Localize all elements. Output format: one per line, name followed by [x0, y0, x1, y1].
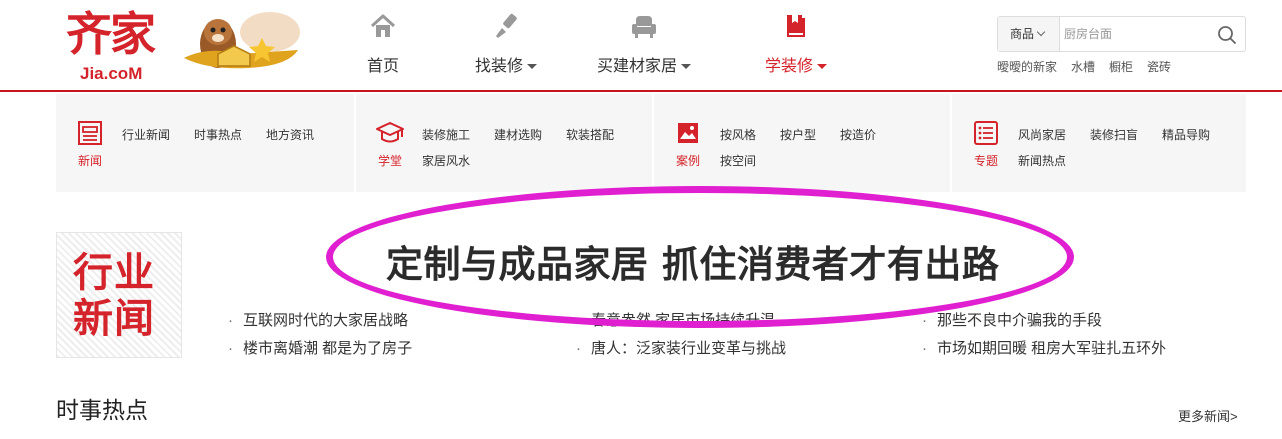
news-item[interactable]: 市场如期回暖 租房大军驻扎五环外 [922, 336, 1166, 362]
category-news: 新闻 行业新闻 时事热点 地方资讯 [56, 94, 352, 192]
category-link[interactable]: 按空间 [720, 148, 756, 174]
logo-chinese: 齐家 [66, 7, 156, 61]
news-item[interactable]: 唐人：泛家装行业变革与挑战 [576, 336, 786, 362]
site-header: 齐家 Jia.coM 首页 找装修 买建材家居 学装修 商品 厨房台面 曖曖的新… [0, 0, 1282, 92]
current-affairs-title: 时事热点 [56, 397, 148, 423]
category-news-name: 新闻 [77, 154, 102, 168]
category-link[interactable]: 行业新闻 [122, 122, 170, 148]
category-link[interactable]: 装修施工 [422, 122, 470, 148]
hotword-link[interactable]: 曖曖的新家 [997, 60, 1057, 74]
category-link[interactable]: 建材选购 [494, 122, 542, 148]
more-news-link[interactable]: 更多新闻> [1178, 406, 1238, 425]
nav-buy-materials-label: 买建材家居 [596, 58, 677, 75]
search-hotwords: 曖曖的新家 水槽 橱柜 瓷砖 [997, 58, 1185, 75]
category-link[interactable]: 按户型 [780, 122, 816, 148]
category-link[interactable]: 按风格 [720, 122, 756, 148]
news-item[interactable]: 互联网时代的大家居战略 [228, 308, 408, 334]
graduation-cap-icon [376, 122, 404, 143]
chevron-down-icon [1036, 27, 1046, 37]
search-category-label: 商品 [1010, 27, 1035, 41]
search-icon[interactable] [1217, 25, 1237, 45]
search-box: 商品 [997, 16, 1246, 52]
category-topics: 专题 风尚家居 装修扫盲 精品导购新闻热点 [950, 94, 1246, 192]
category-link[interactable]: 家居风水 [422, 148, 470, 174]
category-cases-head[interactable]: 案例 [672, 120, 704, 169]
category-school-links: 装修施工 建材选购 软装搭配家居风水 [422, 122, 642, 174]
category-school: 学堂 装修施工 建材选购 软装搭配家居风水 [354, 94, 650, 192]
home-icon [370, 14, 396, 37]
nav-buy-materials[interactable]: 买建材家居 [584, 12, 704, 82]
sofa-icon [632, 16, 656, 38]
industry-news-badge[interactable]: 行业 新闻 [56, 232, 182, 358]
category-school-head[interactable]: 学堂 [374, 120, 406, 169]
nav-home[interactable]: 首页 [323, 12, 443, 82]
search-category-select[interactable]: 商品 [998, 17, 1060, 51]
category-link[interactable]: 精品导购 [1162, 122, 1210, 148]
chevron-down-icon [817, 64, 827, 70]
category-topics-head[interactable]: 专题 [970, 120, 1002, 169]
nav-home-label: 首页 [366, 58, 399, 75]
news-icon [78, 121, 102, 145]
category-link[interactable]: 风尚家居 [1018, 122, 1066, 148]
category-panel: 新闻 行业新闻 时事热点 地方资讯 学堂 装修施工 建材选购 软装搭配家居风水 案例 [56, 94, 1246, 192]
badge-line-2: 新闻 [73, 296, 155, 342]
news-item[interactable]: 春意盎然 家居市场持续升温 [576, 308, 775, 334]
category-cases-links: 按风格 按户型 按造价按空间 [720, 122, 940, 174]
category-news-links: 行业新闻 时事热点 地方资讯 [122, 122, 342, 148]
category-topics-links: 风尚家居 装修扫盲 精品导购新闻热点 [1018, 122, 1238, 174]
brush-icon [496, 13, 517, 38]
logo-english: Jia.coM [80, 64, 143, 83]
category-link[interactable]: 装修扫盲 [1090, 122, 1138, 148]
category-link[interactable]: 时事热点 [194, 122, 242, 148]
nav-find-renovation[interactable]: 找装修 [446, 12, 566, 82]
hotword-link[interactable]: 瓷砖 [1147, 60, 1171, 74]
picture-icon [678, 123, 698, 143]
badge-line-1: 行业 [73, 250, 155, 296]
nav-find-renovation-label: 找装修 [474, 58, 523, 75]
book-icon [787, 15, 805, 37]
nav-learn-renovation[interactable]: 学装修 [736, 12, 856, 82]
category-cases: 案例 按风格 按户型 按造价按空间 [652, 94, 948, 192]
news-item[interactable]: 那些不良中介骗我的手段 [922, 308, 1102, 334]
headline-link[interactable]: 定制与成品家居 抓住消费者才有出路 [386, 238, 999, 292]
chevron-down-icon [681, 64, 691, 70]
hotword-link[interactable]: 水槽 [1071, 60, 1095, 74]
category-news-head[interactable]: 新闻 [74, 120, 106, 169]
category-link[interactable]: 地方资讯 [266, 122, 314, 148]
category-school-name: 学堂 [377, 154, 402, 168]
site-logo[interactable]: 齐家 Jia.coM [66, 8, 166, 88]
category-cases-name: 案例 [675, 154, 700, 168]
chevron-down-icon [527, 64, 537, 70]
category-topics-name: 专题 [973, 154, 998, 168]
list-icon [974, 121, 998, 145]
nav-learn-renovation-label: 学装修 [764, 58, 813, 75]
search-input[interactable] [1064, 21, 1204, 47]
hotword-link[interactable]: 橱柜 [1109, 60, 1133, 74]
mascot-banner[interactable] [178, 10, 306, 72]
category-link[interactable]: 按造价 [840, 122, 876, 148]
category-link[interactable]: 软装搭配 [566, 122, 614, 148]
category-link[interactable]: 新闻热点 [1018, 148, 1066, 174]
news-item[interactable]: 楼市离婚潮 都是为了房子 [228, 336, 412, 362]
